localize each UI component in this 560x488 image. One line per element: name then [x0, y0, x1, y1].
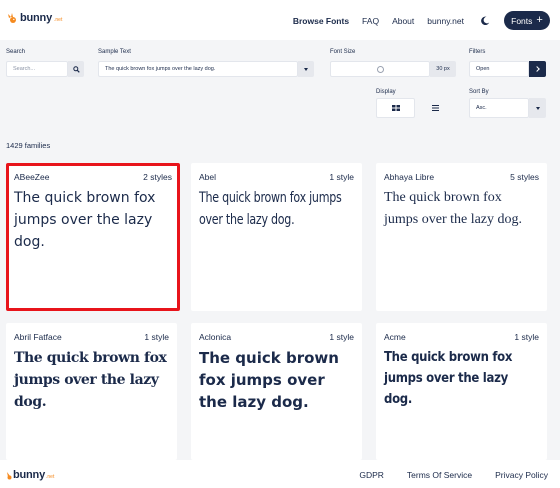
main-nav: Browse Fonts FAQ About bunny.net Fonts + — [293, 11, 550, 30]
footer-logo[interactable]: bunny .net — [6, 469, 54, 481]
font-card-sample: The quick brown fox jumps over the lazy … — [199, 190, 342, 228]
logo-text: bunny — [20, 12, 52, 24]
font-size-value: 30 px — [430, 61, 456, 77]
font-card-styles: 1 style — [329, 172, 354, 182]
font-size-label: Font Size — [330, 49, 356, 55]
nav-browse-fonts[interactable]: Browse Fonts — [293, 16, 349, 26]
font-card-name: Abril Fatface — [14, 332, 62, 342]
sample-text-label: Sample Text — [98, 49, 131, 55]
slider-knob[interactable] — [376, 65, 384, 73]
font-card-abeezee[interactable]: ABeeZee 2 styles The quick brown fox jum… — [6, 163, 180, 311]
sample-text-input[interactable]: The quick brown fox jumps over the lazy … — [98, 61, 298, 77]
sort-by-dropdown[interactable] — [529, 98, 546, 118]
font-size-slider[interactable] — [330, 61, 430, 77]
search-icon — [72, 65, 80, 73]
font-card-abhaya-libre[interactable]: Abhaya Libre 5 styles The quick brown fo… — [376, 163, 547, 311]
font-card-name: Abel — [199, 172, 217, 182]
moon-icon[interactable] — [480, 16, 490, 26]
font-card-name: Acme — [384, 332, 406, 342]
footer-link-privacy[interactable]: Privacy Policy — [495, 470, 548, 480]
filters-select[interactable]: Open — [469, 61, 529, 77]
font-card-styles: 5 styles — [510, 172, 539, 182]
fonts-button[interactable]: Fonts + — [504, 11, 550, 30]
logo-tld: .net — [54, 17, 63, 23]
footer-link-terms[interactable]: Terms Of Service — [407, 470, 472, 480]
font-card-sample: The quick brown fox jumps over the lazy … — [199, 349, 339, 411]
family-count: 1429 families — [6, 141, 51, 150]
nav-bunny-net[interactable]: bunny.net — [427, 16, 464, 26]
bunny-logo-icon — [7, 471, 12, 479]
display-label: Display — [376, 89, 396, 95]
footer-logo-text: bunny — [13, 469, 45, 481]
filters-label: Filters — [469, 49, 486, 55]
search-button[interactable] — [68, 61, 84, 77]
font-card-styles: 1 style — [514, 332, 539, 342]
page-footer: bunny .net GDPR Terms Of Service Privacy… — [0, 460, 560, 488]
font-card-sample: The quick brown fox jumps over the lazy … — [14, 350, 167, 410]
filters-apply-button[interactable] — [529, 61, 546, 77]
plus-icon: + — [536, 14, 543, 26]
font-card-acme[interactable]: Acme 1 style The quick brown fox jumps o… — [376, 323, 547, 460]
search-input[interactable]: Search... — [6, 61, 68, 77]
chevron-right-icon — [533, 66, 540, 72]
font-card-aclonica[interactable]: Aclonica 1 style The quick brown fox jum… — [191, 323, 362, 460]
bunny-logo-icon — [8, 13, 16, 23]
list-icon — [431, 105, 439, 111]
font-card-abril-fatface[interactable]: Abril Fatface 1 style The quick brown fo… — [6, 323, 177, 460]
font-card-name: Aclonica — [199, 332, 232, 342]
nav-faq[interactable]: FAQ — [362, 16, 379, 26]
font-card-name: Abhaya Libre — [384, 172, 435, 182]
font-card-sample: The quick brown fox jumps over the lazy … — [14, 190, 156, 250]
top-header: bunny .net Browse Fonts FAQ About bunny.… — [0, 0, 560, 40]
sort-by-label: Sort By — [469, 89, 489, 95]
font-card-name: ABeeZee — [14, 172, 50, 182]
display-grid-toggle[interactable] — [376, 98, 415, 118]
footer-logo-tld: .net — [46, 474, 55, 480]
filter-panel: Search Search... Sample Text The quick b… — [0, 40, 560, 132]
font-card-sample: The quick brown fox jumps over the lazy … — [384, 350, 513, 407]
nav-about[interactable]: About — [392, 16, 414, 26]
fonts-button-label: Fonts — [511, 15, 533, 26]
footer-link-gdpr[interactable]: GDPR — [359, 470, 384, 480]
font-card-styles: 2 styles — [143, 172, 172, 182]
search-label: Search — [6, 49, 26, 55]
sort-by-select[interactable]: Asc. — [469, 98, 529, 118]
font-card-styles: 1 style — [329, 332, 354, 342]
display-list-toggle[interactable] — [420, 98, 450, 118]
chevron-down-icon — [304, 67, 308, 71]
font-card-sample: The quick brown fox jumps over the lazy … — [384, 190, 523, 227]
bunny-logo[interactable]: bunny .net — [6, 12, 62, 24]
font-list-area: 1429 families ABeeZee 2 styles The quick… — [0, 132, 560, 460]
grid-icon — [391, 105, 400, 111]
font-card-styles: 1 style — [144, 332, 169, 342]
sample-text-dropdown[interactable] — [298, 61, 314, 77]
footer-links: GDPR Terms Of Service Privacy Policy — [336, 470, 548, 480]
font-card-abel[interactable]: Abel 1 style The quick brown fox jumps o… — [191, 163, 362, 311]
chevron-down-icon — [535, 106, 540, 110]
